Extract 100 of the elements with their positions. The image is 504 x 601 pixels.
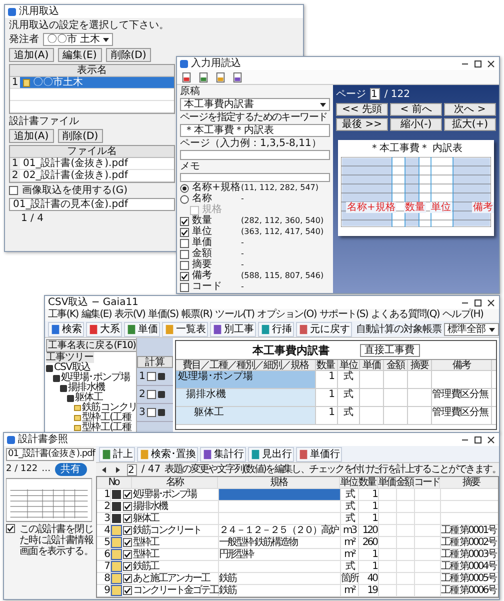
maximize-icon[interactable] — [473, 434, 483, 444]
tree-item[interactable]: CSV取込 — [54, 363, 90, 373]
column-header: 摘要 — [440, 477, 499, 488]
path-field[interactable]: 01_設計書の見本(金).pdf — [9, 198, 175, 211]
document-icon[interactable] — [215, 72, 226, 83]
nav-button[interactable]: 次へ > — [444, 103, 496, 116]
checkbox[interactable] — [6, 524, 15, 533]
toolbar-button[interactable]: 別工事 — [210, 322, 256, 336]
table-cell: 19 — [359, 585, 379, 596]
checkbox[interactable] — [180, 272, 189, 280]
action-button[interactable]: 削除(D) — [106, 48, 152, 62]
checkbox[interactable] — [123, 538, 132, 547]
menu-item[interactable]: オプション(O) — [257, 309, 316, 321]
tree-item[interactable]: 躯体工 — [75, 393, 103, 403]
nav-button[interactable]: 縮小(-) — [390, 118, 442, 131]
menu-item[interactable]: 表示(V) — [114, 309, 146, 321]
table-cell: コンクリート金ゴテ工 — [133, 585, 219, 596]
toolbar-button[interactable]: 集計行 — [200, 446, 246, 462]
share-button[interactable]: 共有 — [54, 463, 87, 476]
nav-button[interactable]: 拡大(+) — [444, 118, 496, 131]
checkbox[interactable] — [147, 390, 156, 399]
radio-button[interactable] — [180, 194, 189, 204]
action-button[interactable]: 編集(E) — [58, 48, 102, 62]
maximize-icon[interactable] — [473, 58, 483, 68]
file-row[interactable]: 2 02_設計書(金抜き).pdf — [10, 170, 174, 182]
table-cell: m² — [341, 549, 359, 560]
checkbox[interactable] — [180, 216, 189, 226]
menu-item[interactable]: 工事(K) — [48, 309, 78, 321]
toolbar-button[interactable]: 計上 — [99, 446, 135, 462]
checkbox[interactable] — [123, 550, 132, 559]
menu-item[interactable]: 単価(S) — [148, 309, 178, 321]
table-cell: 鉄筋コンクリート — [133, 525, 219, 536]
table-cell: 260 — [359, 537, 379, 548]
toolbar-button[interactable]: 見出行 — [248, 446, 294, 462]
toolbar-button[interactable]: 元に戻す — [296, 322, 352, 336]
file-button[interactable]: 追加(A) — [9, 129, 54, 143]
source-select[interactable]: 本工事費内訳書 — [180, 98, 330, 111]
tree-item[interactable]: 型枠工(工種 — [82, 423, 132, 432]
checkbox[interactable] — [147, 408, 156, 417]
tree-item[interactable]: 揚排水機 — [68, 383, 105, 393]
checkbox[interactable] — [123, 514, 132, 523]
nav-button[interactable]: < 前へ — [390, 103, 442, 116]
tree-item[interactable]: 鉄筋コンクリ — [82, 403, 136, 413]
checkbox[interactable] — [180, 282, 189, 292]
close-icon[interactable] — [486, 434, 496, 444]
nav-button[interactable]: << 先頭 — [336, 103, 388, 116]
option-label: 数量 — [192, 216, 213, 226]
menu-item[interactable]: 編集(E) — [81, 309, 112, 321]
menu-item[interactable]: よくある質問(Q) — [371, 309, 440, 321]
more-text[interactable]: … — [42, 464, 51, 475]
back-button[interactable]: 工事名表に戻る(F10) — [46, 339, 136, 352]
checkbox[interactable] — [123, 586, 132, 595]
page-field[interactable]: 2 — [127, 464, 138, 476]
checkbox[interactable] — [123, 574, 132, 583]
tree-item[interactable]: 型枠工(工種 — [82, 413, 132, 423]
radio-button[interactable] — [180, 184, 189, 192]
column-header: 規格 — [218, 477, 340, 488]
checkbox[interactable] — [123, 490, 132, 499]
document-icon — [164, 324, 175, 334]
checkbox[interactable] — [9, 186, 18, 195]
tree-item[interactable]: 処理場･ポンプ場 — [61, 373, 130, 383]
nav-button[interactable]: 最後 >> — [336, 118, 388, 131]
memo-field[interactable] — [180, 172, 330, 182]
file-row[interactable]: 1 01_設計書(金抜き).pdf — [10, 158, 174, 170]
close-icon[interactable] — [486, 298, 496, 308]
list-row[interactable]: 1 〇〇市土木 — [10, 77, 174, 89]
toolbar-button[interactable]: 単価 — [124, 322, 160, 336]
page-counter: 1 / 4 — [21, 213, 44, 224]
checkbox[interactable] — [147, 372, 156, 381]
toolbar-button[interactable]: 行挿 — [258, 322, 294, 336]
checkbox[interactable] — [180, 250, 189, 258]
report-select[interactable]: 標準全部 — [444, 322, 498, 336]
checkbox[interactable] — [180, 228, 189, 236]
close-icon[interactable] — [486, 58, 496, 68]
menu-item[interactable]: 帳票(R) — [181, 309, 212, 321]
page-field[interactable] — [180, 150, 330, 160]
toolbar-button[interactable]: 大系 — [86, 322, 122, 336]
file-button[interactable]: 削除(D) — [58, 129, 104, 143]
orderer-select[interactable]: 〇〇市 土木 — [43, 33, 114, 46]
checkbox[interactable] — [180, 260, 189, 270]
action-button[interactable]: 追加(A) — [9, 48, 54, 62]
checkbox[interactable] — [123, 526, 132, 535]
page-field[interactable]: 1 — [370, 88, 380, 100]
file-field[interactable]: 01_設計書(金抜き).pdf — [6, 448, 94, 461]
document-icon[interactable] — [232, 72, 243, 83]
toolbar-button[interactable]: 単価行 — [296, 446, 342, 462]
menu-item[interactable]: ヘルプ(H) — [442, 309, 484, 321]
checkbox[interactable] — [123, 562, 132, 571]
menu-item[interactable]: ツール(T) — [215, 309, 254, 321]
checkbox[interactable] — [180, 238, 189, 248]
document-icon — [126, 324, 137, 334]
document-icon[interactable] — [198, 72, 209, 83]
checkbox[interactable] — [123, 502, 132, 511]
toolbar-button[interactable]: 検索･置換 — [137, 446, 198, 462]
document-icon[interactable] — [181, 72, 192, 83]
toolbar-button[interactable]: 検索 — [48, 322, 84, 336]
maximize-icon[interactable] — [473, 298, 483, 308]
menu-item[interactable]: サポート(S) — [319, 309, 368, 321]
toolbar-button[interactable]: 一覧表 — [162, 322, 208, 336]
keyword-field[interactable]: ＊本工事費＊内訳表 — [180, 124, 330, 137]
